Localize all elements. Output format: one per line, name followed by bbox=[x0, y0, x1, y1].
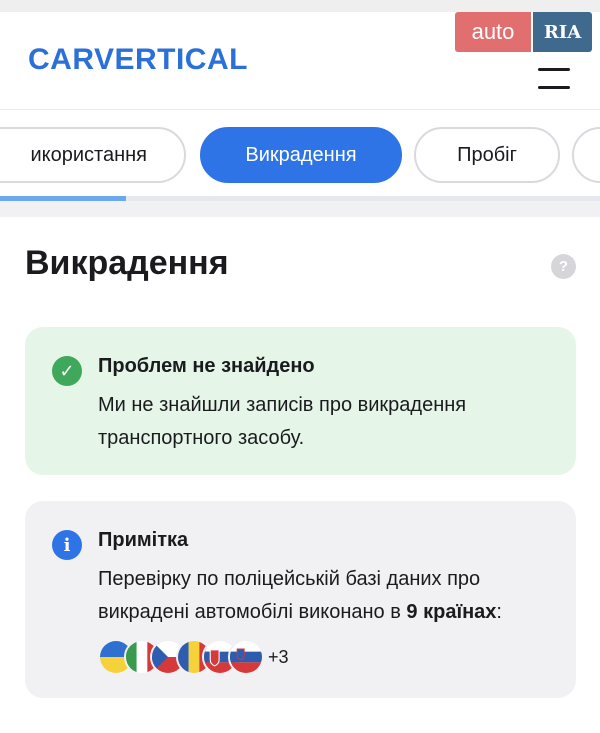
check-circle-icon: ✓ bbox=[52, 356, 82, 386]
info-icon: i bbox=[52, 530, 82, 560]
autoria-watermark: auto RIA bbox=[455, 12, 592, 52]
note-card: i Примітка Перевірку по поліцейській баз… bbox=[25, 501, 576, 698]
status-title: Проблем не знайдено bbox=[98, 355, 315, 377]
browser-top-strip bbox=[0, 0, 600, 12]
status-card: ✓ Проблем не знайдено Ми не знайшли запи… bbox=[25, 327, 576, 475]
slovenia-flag-icon bbox=[228, 639, 264, 675]
page-title: Викрадення bbox=[25, 244, 229, 282]
tab-mileage[interactable]: Пробіг bbox=[414, 127, 560, 183]
tab-theft[interactable]: Викрадення bbox=[200, 127, 402, 183]
more-countries-count[interactable]: +3 bbox=[268, 647, 289, 668]
note-text: Перевірку по поліцейській базі даних про… bbox=[98, 563, 558, 629]
tab-usage[interactable]: икористання bbox=[0, 127, 186, 183]
status-text: Ми не знайшли записів про викрадення тра… bbox=[98, 394, 467, 449]
help-icon[interactable]: ? bbox=[551, 254, 576, 279]
report-tabs: икористання Викрадення Пробіг bbox=[0, 111, 600, 197]
note-title: Примітка bbox=[98, 529, 189, 551]
carvertical-logo[interactable]: CARVERTICAL bbox=[28, 43, 248, 77]
note-text-after: : bbox=[496, 601, 502, 623]
hamburger-menu-icon[interactable] bbox=[538, 66, 572, 90]
tab-next[interactable] bbox=[572, 127, 600, 183]
note-countries-count: 9 країнах bbox=[406, 601, 497, 623]
auto-label: auto bbox=[455, 12, 531, 52]
ria-label: RIA bbox=[533, 12, 592, 52]
country-flags: +3 bbox=[98, 639, 398, 675]
section-divider bbox=[0, 201, 600, 217]
